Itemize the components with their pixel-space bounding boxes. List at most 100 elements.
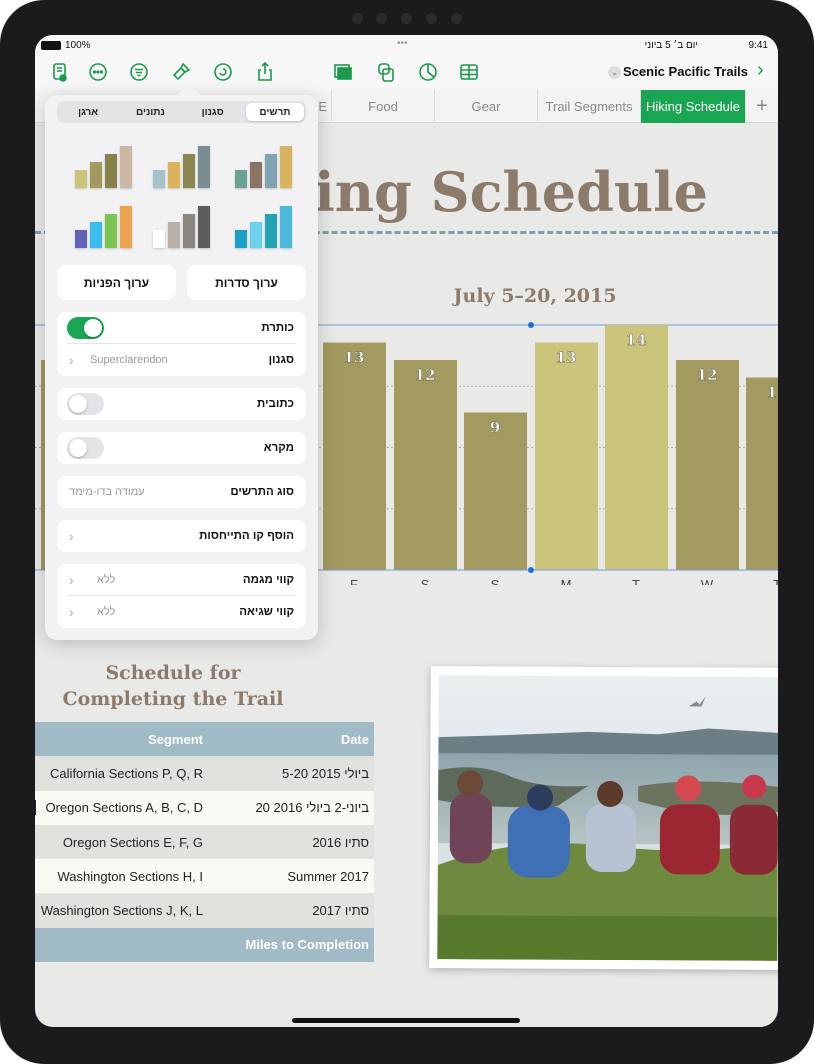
battery-indicator: 100% [41, 40, 91, 51]
tab-hiking-schedule[interactable]: Hiking Schedule [640, 90, 745, 123]
swatch-bar [265, 214, 277, 248]
tab-gear[interactable]: Gear [434, 90, 537, 123]
add-sheet-button[interactable]: + [745, 90, 778, 123]
chart-style-swatch[interactable] [75, 143, 135, 188]
organize-icon[interactable] [128, 61, 150, 83]
cell-segment[interactable]: Oregon Sections A, B, C, D [35, 800, 207, 816]
tab-food[interactable]: Food [331, 90, 434, 123]
chart-bar[interactable] [323, 342, 386, 571]
table-footer-row: Miles to Completion [35, 927, 374, 963]
trendlines-row[interactable]: קווי מגמה ללא ‹ [67, 564, 296, 596]
chart-style-swatch[interactable] [235, 203, 295, 248]
data-label: 9 [490, 419, 500, 437]
tab-trail-segments[interactable]: Trail Segments [537, 90, 640, 123]
legend-label: מקרא [263, 442, 294, 454]
format-tabs: תרשים סגנון נתונים ארגן [57, 101, 306, 123]
document-title[interactable]: Scenic Pacific Trails [623, 64, 748, 79]
table-row[interactable]: Oregon Sections E, F, G סתיו 2016 [35, 824, 374, 860]
media-icon[interactable] [332, 61, 354, 83]
chart-bar[interactable] [746, 377, 778, 571]
more-icon[interactable] [87, 61, 109, 83]
table-row[interactable]: Washington Sections H, I Summer 2017 [35, 859, 374, 894]
chart-bar[interactable] [535, 342, 598, 571]
table-row[interactable]: Washington Sections J, K, L סתיו 2017 [35, 893, 374, 928]
chevron-left-icon: ‹ [69, 571, 74, 588]
sensor [451, 13, 462, 24]
multitask-dots[interactable]: ••• [397, 38, 408, 49]
swatch-bar [198, 146, 210, 188]
chevron-right-icon[interactable]: › [757, 59, 764, 82]
cell-segment[interactable]: Washington Sections H, I [35, 869, 207, 884]
chart-type-card[interactable]: סוג התרשים עמודה בדו-מימד [57, 476, 306, 508]
table-row[interactable]: Oregon Sections A, B, C, D 20 ביוני-2 ביו… [35, 790, 374, 825]
chart-bar[interactable] [676, 360, 739, 570]
chart-type-row[interactable]: סוג התרשים עמודה בדו-מימד [57, 476, 306, 508]
cell-date[interactable]: 5-20 ביולי 2015 [207, 766, 374, 781]
chart-style-swatch[interactable] [153, 143, 213, 188]
caption-toggle[interactable] [67, 393, 104, 415]
cell-date[interactable]: 20 ביוני-2 ביולי 2016 [207, 800, 374, 815]
sensor [426, 13, 437, 24]
edit-references-button[interactable]: ערוך הפניות [57, 265, 176, 300]
footer-label: Miles to Completion [245, 937, 370, 953]
caption-card: כתובית [57, 388, 306, 420]
chart-bar[interactable] [605, 325, 668, 570]
tab-data[interactable]: נתונים [121, 103, 179, 121]
swatch-bar [168, 162, 180, 188]
chart-type-value: עמודה בדו-מימד [69, 486, 145, 498]
collaborate-icon[interactable] [212, 61, 234, 83]
battery-percent: 100% [65, 40, 91, 51]
font-row[interactable]: סגנון Superclarendon ‹ [57, 344, 306, 376]
edit-series-button[interactable]: ערוך סדרות [187, 265, 306, 300]
chart-style-swatch[interactable] [235, 143, 295, 188]
lines-card: קווי מגמה ללא ‹ קווי שגיאה ללא ‹ [57, 564, 306, 628]
error-bars-row[interactable]: קווי שגיאה ללא ‹ [57, 596, 306, 628]
battery-icon [41, 41, 61, 50]
chart-style-swatch[interactable] [153, 203, 213, 248]
swatch-bar [75, 170, 87, 188]
schedule-table[interactable]: Segment Date California Sections P, Q, R5… [35, 722, 374, 963]
home-indicator[interactable] [292, 1018, 520, 1023]
format-paintbrush-icon[interactable] [170, 61, 192, 83]
format-popover: תרשים סגנון נתונים ארגן ערוך הפניות ערוך… [45, 83, 318, 640]
table-title[interactable]: Schedule for Completing the Trail [35, 660, 311, 712]
legend-row: מקרא [57, 432, 306, 464]
chart-bar[interactable] [394, 360, 457, 570]
swatch-bar [280, 146, 292, 188]
reference-line-card[interactable]: הוסף קו התייחסות ‹ [57, 520, 306, 552]
cell-date[interactable]: סתיו 2016 [207, 835, 374, 850]
cell-segment[interactable]: Oregon Sections E, F, G [35, 835, 207, 850]
selection-handle[interactable] [528, 567, 534, 573]
cell-segment[interactable]: California Sections P, Q, R [35, 766, 207, 781]
add-reference-line-row[interactable]: הוסף קו התייחסות ‹ [57, 520, 306, 552]
cell-date[interactable]: סתיו 2017 [207, 903, 374, 918]
selection-handle[interactable] [528, 322, 534, 328]
chevron-down-icon[interactable]: ⌄ [608, 66, 621, 79]
chart-title[interactable]: July 5–20, 2015 [435, 285, 635, 307]
tab-style[interactable]: סגנון [184, 103, 242, 121]
data-label: 11 [767, 384, 778, 402]
tab-arrange[interactable]: ארגן [59, 103, 117, 121]
cell-segment[interactable]: Washington Sections J, K, L [35, 903, 207, 918]
swatch-bar [120, 206, 132, 248]
table-icon[interactable] [458, 61, 480, 83]
hikers-photo[interactable] [429, 666, 778, 970]
data-label: 14 [626, 331, 647, 349]
table-header-row: Segment Date [35, 722, 374, 757]
sensor [376, 13, 387, 24]
chart-style-swatch[interactable] [75, 203, 135, 248]
swatch-bar [120, 146, 132, 188]
shapes-icon[interactable] [375, 61, 397, 83]
header-segment: Segment [148, 731, 203, 747]
photo-image [437, 675, 778, 961]
tab-chart[interactable]: תרשים [245, 103, 304, 121]
share-icon[interactable] [254, 61, 276, 83]
table-row[interactable]: California Sections P, Q, R 5-20 ביולי 20… [35, 756, 374, 791]
chart-icon[interactable] [417, 61, 439, 83]
document-setup-icon[interactable] [49, 61, 71, 83]
title-toggle[interactable] [67, 316, 104, 339]
table-title-line: Completing the Trail [62, 688, 284, 710]
legend-toggle[interactable] [67, 437, 104, 459]
cell-date[interactable]: Summer 2017 [207, 869, 374, 884]
swatch-bar [235, 170, 247, 188]
